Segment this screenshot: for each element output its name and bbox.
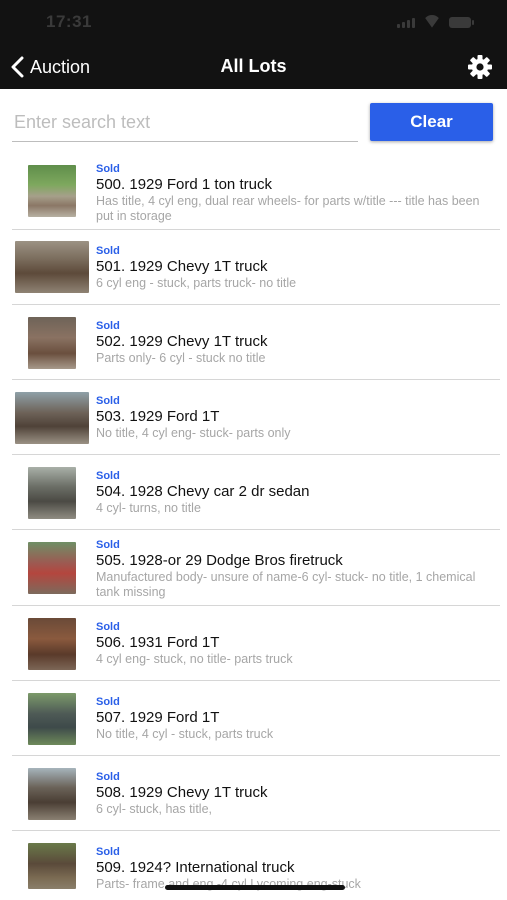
lot-description: 4 cyl- turns, no title [96, 501, 201, 515]
lot-photo [28, 467, 76, 519]
lot-title: 500. 1929 Ford 1 ton truck [96, 176, 272, 193]
status-badge: Sold [96, 395, 120, 407]
lot-title: 509. 1924? International truck [96, 859, 295, 876]
list-item[interactable]: Sold 503. 1929 Ford 1T No title, 4 cyl e… [12, 380, 500, 455]
status-badge: Sold [96, 320, 120, 332]
list-item[interactable]: Sold 501. 1929 Chevy 1T truck 6 cyl eng … [12, 230, 500, 305]
status-time: 17:31 [46, 12, 92, 31]
search-input[interactable] [12, 104, 358, 142]
lot-description: No title, 4 cyl - stuck, parts truck [96, 727, 274, 741]
cellular-signal-icon [397, 18, 415, 28]
lot-description: Manufactured body- unsure of name-6 cyl-… [96, 570, 476, 599]
lot-photo [15, 241, 89, 293]
home-indicator[interactable] [165, 885, 345, 890]
lot-title: 501. 1929 Chevy 1T truck [96, 258, 268, 275]
lot-photo [28, 542, 76, 594]
lot-list: Sold 500. 1929 Ford 1 ton truck Has titl… [12, 155, 500, 895]
status-badge: Sold [96, 621, 120, 633]
lot-photo [15, 392, 89, 444]
wifi-icon [423, 15, 441, 28]
lot-photo [28, 693, 76, 745]
list-item[interactable]: Sold 504. 1928 Chevy car 2 dr sedan 4 cy… [12, 455, 500, 530]
lot-title: 503. 1929 Ford 1T [96, 408, 220, 425]
lot-photo [28, 768, 76, 820]
clear-button[interactable]: Clear [370, 103, 493, 141]
back-label: Auction [30, 56, 91, 77]
lot-description: 4 cyl eng- stuck, no title- parts truck [96, 652, 293, 666]
lot-photo [28, 317, 76, 369]
gear-icon[interactable] [467, 54, 493, 80]
top-bar: 17:31 Auction All Lots [0, 0, 507, 89]
list-item[interactable]: Sold 505. 1928-or 29 Dodge Bros firetruc… [12, 530, 500, 606]
lot-photo [28, 618, 76, 670]
lot-description: 6 cyl- stuck, has title, [96, 802, 213, 816]
back-button[interactable]: Auction [10, 52, 90, 82]
lot-title: 506. 1931 Ford 1T [96, 634, 220, 651]
status-badge: Sold [96, 470, 120, 482]
lot-title: 508. 1929 Chevy 1T truck [96, 784, 268, 801]
status-badge: Sold [96, 245, 120, 257]
status-icons [397, 15, 474, 28]
lot-title: 505. 1928-or 29 Dodge Bros firetruck [96, 552, 343, 569]
list-item[interactable]: Sold 506. 1931 Ford 1T 4 cyl eng- stuck,… [12, 606, 500, 681]
chevron-left-icon [11, 56, 24, 78]
status-badge: Sold [96, 846, 120, 858]
list-item[interactable]: Sold 500. 1929 Ford 1 ton truck Has titl… [12, 155, 500, 230]
lot-photo [28, 843, 76, 889]
battery-icon [449, 17, 474, 28]
lot-description: Has title, 4 cyl eng, dual rear wheels- … [96, 194, 480, 223]
lot-title: 504. 1928 Chevy car 2 dr sedan [96, 483, 310, 500]
lot-title: 507. 1929 Ford 1T [96, 709, 220, 726]
lot-description: Parts only- 6 cyl - stuck no title [96, 351, 266, 365]
list-item[interactable]: Sold 507. 1929 Ford 1T No title, 4 cyl -… [12, 681, 500, 756]
lot-photo [28, 165, 76, 217]
lot-description: No title, 4 cyl eng- stuck- parts only [96, 426, 291, 440]
status-badge: Sold [96, 771, 120, 783]
list-item[interactable]: Sold 508. 1929 Chevy 1T truck 6 cyl- stu… [12, 756, 500, 831]
status-badge: Sold [96, 163, 120, 175]
lot-title: 502. 1929 Chevy 1T truck [96, 333, 268, 350]
list-item[interactable]: Sold 502. 1929 Chevy 1T truck Parts only… [12, 305, 500, 380]
lot-description: 6 cyl eng - stuck, parts truck- no title [96, 276, 297, 290]
status-badge: Sold [96, 696, 120, 708]
status-badge: Sold [96, 539, 120, 551]
